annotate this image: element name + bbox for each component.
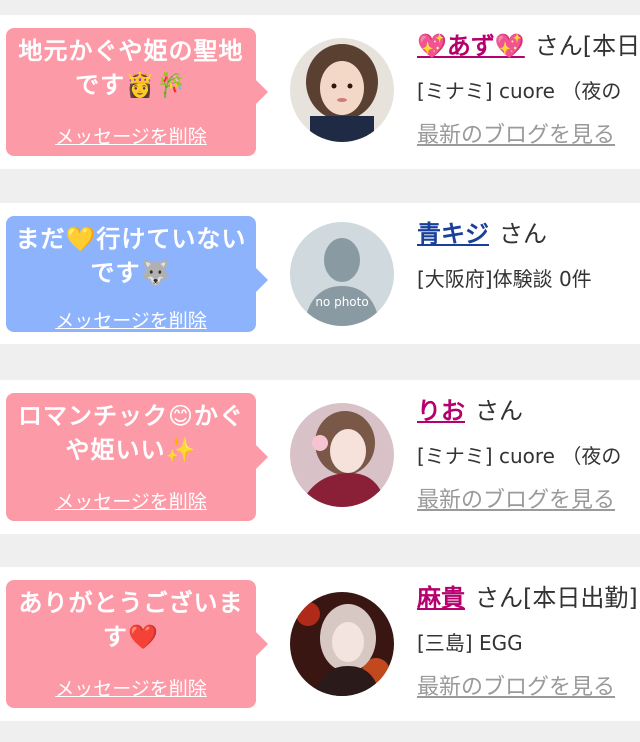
user-info: 💖あず💖 さん[本日 [ミナミ] cuore （夜の 最新のブログを見る <box>417 29 640 151</box>
delete-message-link[interactable]: メッセージを削除 <box>12 306 250 333</box>
user-name-link[interactable]: りお <box>417 397 465 425</box>
user-name-link[interactable]: 💖あず💖 <box>417 32 525 60</box>
message-bubble: ありがとうございます❤️ メッセージを削除 <box>6 580 268 708</box>
shop-info: [ミナミ] cuore （夜の <box>417 444 622 468</box>
user-name-link[interactable]: 麻貴 <box>417 584 465 612</box>
shop-info: [ミナミ] cuore （夜の <box>417 79 622 103</box>
message-text: ロマンチック😊かぐや姫いい✨ <box>17 402 245 464</box>
avatar-photo <box>290 403 394 507</box>
avatar-photo <box>290 592 394 696</box>
shop-info: [三島] EGG <box>417 631 523 655</box>
user-suffix: さん[本日出勤] <box>475 584 638 612</box>
message-text: 地元かぐや姫の聖地です👸🎋 <box>18 37 244 99</box>
latest-blog-link[interactable]: 最新のブログを見る <box>417 121 640 151</box>
avatar-text: no photo <box>315 295 368 309</box>
latest-blog-link[interactable]: 最新のブログを見る <box>417 486 621 516</box>
message-row: 地元かぐや姫の聖地です👸🎋 メッセージを削除 💖あず💖 さん[本日 [ミナミ] c… <box>0 15 640 169</box>
message-bubble: 地元かぐや姫の聖地です👸🎋 メッセージを削除 <box>6 28 268 156</box>
message-row: ロマンチック😊かぐや姫いい✨ メッセージを削除 りお さん [ミナミ] cuore… <box>0 380 640 534</box>
latest-blog-link[interactable]: 最新のブログを見る <box>417 673 638 703</box>
delete-message-link[interactable]: メッセージを削除 <box>12 674 250 701</box>
user-suffix: さん[本日 <box>534 32 640 60</box>
message-row: まだ💛行けていないです🐺 メッセージを削除 no photo 青キジ さん [大阪… <box>0 203 640 344</box>
avatar[interactable] <box>290 38 394 142</box>
avatar[interactable] <box>290 403 394 507</box>
user-info: りお さん [ミナミ] cuore （夜の 最新のブログを見る <box>417 394 621 516</box>
message-text: まだ💛行けていないです🐺 <box>15 225 247 287</box>
user-suffix: さん <box>499 220 547 248</box>
shop-info: [大阪府]体験談 0件 <box>417 267 592 291</box>
user-name-link[interactable]: 青キジ <box>417 220 489 248</box>
message-row: ありがとうございます❤️ メッセージを削除 麻貴 さん[本日出勤] [三島] EG… <box>0 567 640 721</box>
delete-message-link[interactable]: メッセージを削除 <box>12 122 250 149</box>
avatar[interactable] <box>290 592 394 696</box>
user-info: 麻貴 さん[本日出勤] [三島] EGG 最新のブログを見る <box>417 581 638 703</box>
avatar-no-photo[interactable]: no photo <box>290 222 394 326</box>
user-suffix: さん <box>475 397 523 425</box>
user-info: 青キジ さん [大阪府]体験談 0件 <box>417 217 592 293</box>
avatar-photo <box>290 38 394 142</box>
delete-message-link[interactable]: メッセージを削除 <box>12 487 250 514</box>
message-bubble: まだ💛行けていないです🐺 メッセージを削除 <box>6 216 268 333</box>
message-text: ありがとうございます❤️ <box>18 589 244 651</box>
message-bubble: ロマンチック😊かぐや姫いい✨ メッセージを削除 <box>6 393 268 521</box>
no-photo-placeholder: no photo <box>290 222 394 326</box>
